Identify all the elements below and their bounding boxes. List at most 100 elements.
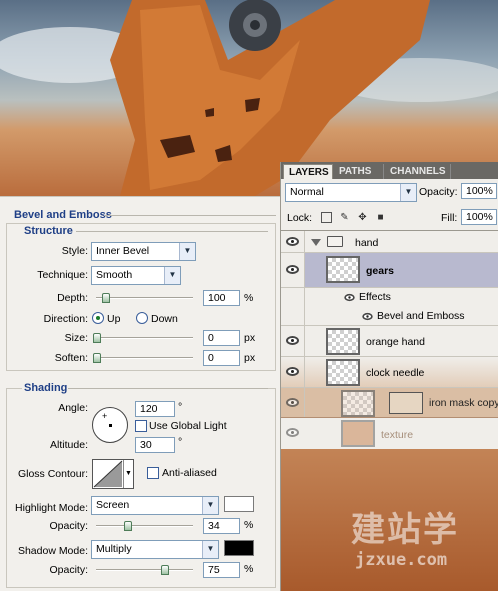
size-slider-knob[interactable] <box>93 333 101 343</box>
angle-input[interactable]: 120 <box>135 401 175 417</box>
soften-slider[interactable] <box>96 357 193 359</box>
shadow-mode-label: Shadow Mode: <box>17 545 88 557</box>
altitude-input[interactable]: 30 <box>135 437 175 453</box>
angle-dial-center <box>109 424 112 427</box>
visibility-cell[interactable] <box>281 388 305 417</box>
shadow-opacity-slider-knob[interactable] <box>161 565 170 575</box>
highlight-opacity-slider[interactable] <box>96 525 193 527</box>
effect-row-bevel[interactable]: Bevel and Emboss <box>281 307 498 326</box>
shadow-mode-select[interactable]: Multiply ▼ <box>91 540 219 559</box>
chevron-down-icon: ▼ <box>202 541 218 558</box>
layer-name: gears <box>366 265 395 277</box>
layer-row-clock-needle[interactable]: clock needle <box>281 357 498 388</box>
style-label: Style: <box>61 245 88 257</box>
style-select[interactable]: Inner Bevel ▼ <box>91 242 196 261</box>
shadow-opacity-input[interactable]: 75 <box>203 562 240 578</box>
effect-name: Bevel and Emboss <box>377 310 465 322</box>
layer-thumbnail <box>341 390 375 417</box>
size-slider[interactable] <box>96 337 193 339</box>
visibility-cell[interactable] <box>281 231 305 252</box>
eye-icon[interactable] <box>286 428 299 437</box>
lock-label: Lock: <box>287 212 313 224</box>
lock-paint-brush-icon[interactable]: ✎ <box>339 212 350 223</box>
layer-thumbnail <box>326 328 360 355</box>
effects-row[interactable]: Effects <box>281 288 498 307</box>
layer-row-gears[interactable]: gears <box>281 253 498 288</box>
eye-icon[interactable] <box>286 398 299 407</box>
angle-label: Angle: <box>58 402 88 414</box>
altitude-label: Altitude: <box>50 439 88 451</box>
layer-name: orange hand <box>366 336 425 348</box>
layer-style-dialog: Bevel and Emboss Structure Style: Inner … <box>0 196 280 591</box>
depth-label: Depth: <box>57 292 88 304</box>
layer-row-iron-mask-copy[interactable]: iron mask copy <box>281 388 498 418</box>
eye-icon[interactable] <box>286 237 299 246</box>
lock-move-icon[interactable]: ✥ <box>357 212 368 223</box>
expand-triangle-icon[interactable] <box>311 239 321 246</box>
fill-input[interactable]: 100% <box>461 209 497 225</box>
eye-icon[interactable] <box>362 312 373 321</box>
structure-title: Structure <box>22 225 75 237</box>
size-unit: px <box>244 332 256 344</box>
shadow-opacity-unit: % <box>244 563 254 575</box>
highlight-opacity-input[interactable]: 34 <box>203 518 240 534</box>
chevron-down-icon: ▼ <box>179 243 195 260</box>
shadow-color-swatch[interactable] <box>224 540 254 556</box>
layer-row-hand[interactable]: hand <box>281 230 498 253</box>
highlight-color-swatch[interactable] <box>224 496 254 512</box>
layer-name: iron mask copy <box>429 397 498 409</box>
direction-up-label[interactable]: Up <box>107 313 120 325</box>
visibility-cell[interactable] <box>281 357 305 387</box>
shadow-opacity-slider[interactable] <box>96 569 193 571</box>
direction-label: Direction: <box>43 313 88 325</box>
depth-slider[interactable] <box>96 297 193 299</box>
opacity-input[interactable]: 100% <box>461 183 497 199</box>
anti-aliased-checkbox[interactable] <box>147 467 159 479</box>
technique-select[interactable]: Smooth ▼ <box>91 266 181 285</box>
lock-all-padlock-icon[interactable]: ■ <box>375 212 386 223</box>
highlight-mode-select[interactable]: Screen ▼ <box>91 496 219 515</box>
depth-slider-knob[interactable] <box>102 293 111 303</box>
eye-icon[interactable] <box>286 336 299 345</box>
anti-aliased-label[interactable]: Anti-aliased <box>162 467 217 479</box>
eye-icon[interactable] <box>286 367 299 376</box>
global-light-label[interactable]: Use Global Light <box>149 420 227 432</box>
highlight-mode-label: Highlight Mode: <box>15 502 88 514</box>
effects-label: Effects <box>359 291 391 303</box>
panel-tabs: LAYERS PATHS CHANNELS <box>281 162 498 179</box>
blend-mode-select[interactable]: Normal ▼ <box>285 183 417 202</box>
title-rule <box>104 215 276 216</box>
highlight-opacity-label: Opacity: <box>49 520 88 532</box>
tab-layers[interactable]: LAYERS <box>283 164 333 179</box>
direction-down-label[interactable]: Down <box>151 313 178 325</box>
structure-rule <box>76 231 268 232</box>
direction-up-radio[interactable] <box>92 312 104 324</box>
layer-name: hand <box>355 237 379 249</box>
size-input[interactable]: 0 <box>203 330 240 346</box>
tab-paths[interactable]: PATHS <box>334 164 384 179</box>
layer-row-orange-hand[interactable]: orange hand <box>281 326 498 357</box>
gloss-contour-picker[interactable]: ▼ <box>92 459 134 489</box>
layer-row-texture[interactable]: texture <box>281 418 498 449</box>
global-light-checkbox[interactable] <box>135 420 147 432</box>
layer-name: clock needle <box>366 367 425 379</box>
watermark-url: jzxue.com <box>355 550 448 570</box>
lock-transparent-icon[interactable] <box>321 212 332 223</box>
eye-icon[interactable] <box>344 293 355 302</box>
highlight-opacity-slider-knob[interactable] <box>123 521 132 531</box>
visibility-cell[interactable] <box>281 326 305 356</box>
folder-icon <box>327 236 343 247</box>
soften-input[interactable]: 0 <box>203 350 240 366</box>
eye-icon[interactable] <box>286 265 299 274</box>
visibility-cell[interactable] <box>281 253 305 287</box>
tab-channels[interactable]: CHANNELS <box>385 164 451 179</box>
visibility-cell <box>281 307 305 325</box>
chevron-down-icon: ▼ <box>123 460 133 488</box>
layer-mask-thumbnail <box>389 392 423 414</box>
angle-dial[interactable]: + <box>92 407 128 443</box>
direction-down-radio[interactable] <box>136 312 148 324</box>
visibility-cell[interactable] <box>281 418 305 449</box>
depth-input[interactable]: 100 <box>203 290 240 306</box>
soften-slider-knob[interactable] <box>93 353 101 363</box>
chevron-down-icon: ▼ <box>202 497 218 514</box>
